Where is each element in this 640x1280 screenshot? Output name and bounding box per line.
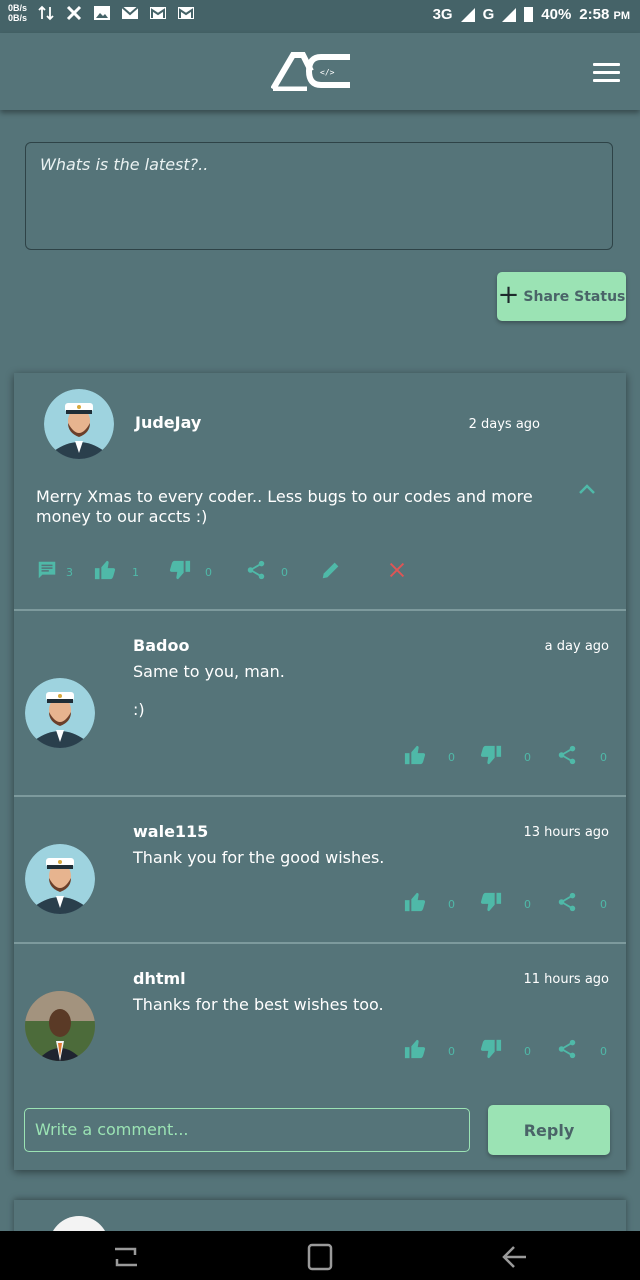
comment-actions: 0 0 0: [404, 1038, 614, 1062]
avatar[interactable]: [25, 678, 95, 748]
thumbs-up-icon: [404, 1039, 426, 1059]
dislike-button[interactable]: 0: [480, 744, 531, 766]
share-button[interactable]: 0: [556, 891, 607, 913]
post-body: Merry Xmas to every coder.. Less bugs to…: [36, 487, 533, 526]
dislike-button[interactable]: 0: [480, 891, 531, 913]
comment-timestamp: a day ago: [544, 639, 609, 654]
edit-button[interactable]: [320, 559, 342, 581]
share-icon: [558, 1039, 576, 1059]
thumbs-up-icon: [404, 892, 426, 912]
avatar[interactable]: [44, 389, 114, 459]
share-button[interactable]: 0: [245, 559, 288, 581]
plus-icon: +: [497, 280, 520, 310]
thumbs-up-icon: [404, 745, 426, 765]
comment-text: Thank you for the good wishes.: [133, 848, 385, 867]
image-icon: [94, 6, 111, 20]
data-transfer-icon: [38, 5, 54, 21]
post-author[interactable]: JudeJay: [135, 413, 201, 432]
pencil-icon: [322, 562, 339, 579]
comment-author[interactable]: dhtml: [133, 969, 186, 988]
avatar[interactable]: [25, 844, 95, 914]
battery-icon: [524, 7, 534, 22]
comment-actions: 0 0 0: [404, 744, 614, 768]
like-button[interactable]: 0: [404, 891, 455, 913]
delete-button[interactable]: [386, 559, 408, 581]
close-icon: [389, 562, 405, 578]
comment-actions: 0 0 0: [404, 891, 614, 915]
gmail-icon: [150, 7, 167, 19]
status-bar: 0B/s 0B/s 3G G 40% 2:58 PM: [0, 0, 640, 33]
dislike-button[interactable]: 0: [480, 1038, 531, 1060]
comment-text: Same to you, man.: [133, 662, 285, 681]
thumbs-down-icon: [169, 560, 191, 580]
thumbs-down-icon: [480, 1039, 502, 1059]
clock: 2:58 PM: [579, 6, 630, 23]
app-header: </>: [0, 33, 640, 110]
comment-input-placeholder: Write a comment...: [35, 1120, 189, 1139]
like-button[interactable]: 1: [94, 559, 139, 581]
hamburger-menu-icon[interactable]: [593, 63, 620, 83]
comment-timestamp: 11 hours ago: [523, 972, 609, 987]
divider: [14, 942, 626, 944]
gmail-icon: [178, 7, 195, 19]
network-g-label: G: [482, 6, 495, 23]
comment-text: :): [133, 700, 145, 719]
post-actions: 3 1 0 0: [36, 559, 596, 583]
mail-icon: [121, 6, 139, 19]
comment-timestamp: 13 hours ago: [523, 825, 609, 840]
svg-text:</>: </>: [320, 68, 335, 77]
avatar[interactable]: [25, 991, 95, 1061]
dislike-button[interactable]: 0: [169, 559, 212, 581]
like-button[interactable]: 0: [404, 1038, 455, 1060]
comment-count-button[interactable]: 3: [36, 559, 73, 581]
share-button[interactable]: 0: [556, 1038, 607, 1060]
home-icon[interactable]: [305, 1243, 335, 1271]
status-input-placeholder: Whats is the latest?..: [40, 155, 209, 174]
comment-author[interactable]: Badoo: [133, 636, 189, 655]
share-status-button[interactable]: + Share Status: [497, 272, 626, 321]
divider: [14, 609, 626, 611]
net-speed: 0B/s 0B/s: [8, 3, 28, 23]
app-notification-icon: [66, 5, 82, 21]
recent-apps-icon[interactable]: [111, 1243, 141, 1271]
captain-avatar-icon: [25, 844, 95, 914]
divider: [14, 795, 626, 797]
captain-avatar-icon: [25, 678, 95, 748]
comment-text: Thanks for the best wishes too.: [133, 995, 384, 1014]
battery-level: 40%: [541, 6, 572, 23]
thumbs-down-icon: [480, 745, 502, 765]
share-icon: [558, 745, 576, 765]
share-button[interactable]: 0: [556, 744, 607, 766]
ac-code-logo[interactable]: </>: [271, 51, 353, 91]
comment-input[interactable]: Write a comment...: [24, 1108, 470, 1152]
back-icon[interactable]: [500, 1243, 530, 1271]
chevron-up-icon[interactable]: [576, 481, 598, 497]
post-timestamp: 2 days ago: [468, 417, 540, 432]
network-3g-label: 3G: [432, 6, 453, 23]
post-card: JudeJay 2 days ago Merry Xmas to every c…: [14, 373, 626, 1170]
system-nav-bar: [0, 1231, 640, 1280]
share-icon: [558, 892, 576, 912]
reply-button[interactable]: Reply: [488, 1105, 610, 1155]
status-input[interactable]: Whats is the latest?..: [25, 142, 613, 250]
thumbs-down-icon: [480, 892, 502, 912]
comment-author[interactable]: wale115: [133, 822, 208, 841]
signal-icon: [502, 7, 517, 22]
signal-icon: [460, 7, 475, 22]
comment-icon: [38, 561, 56, 579]
like-button[interactable]: 0: [404, 744, 455, 766]
share-icon: [247, 560, 265, 580]
captain-avatar-icon: [44, 389, 114, 459]
thumbs-up-icon: [94, 560, 116, 580]
user-photo-avatar: [25, 991, 95, 1061]
